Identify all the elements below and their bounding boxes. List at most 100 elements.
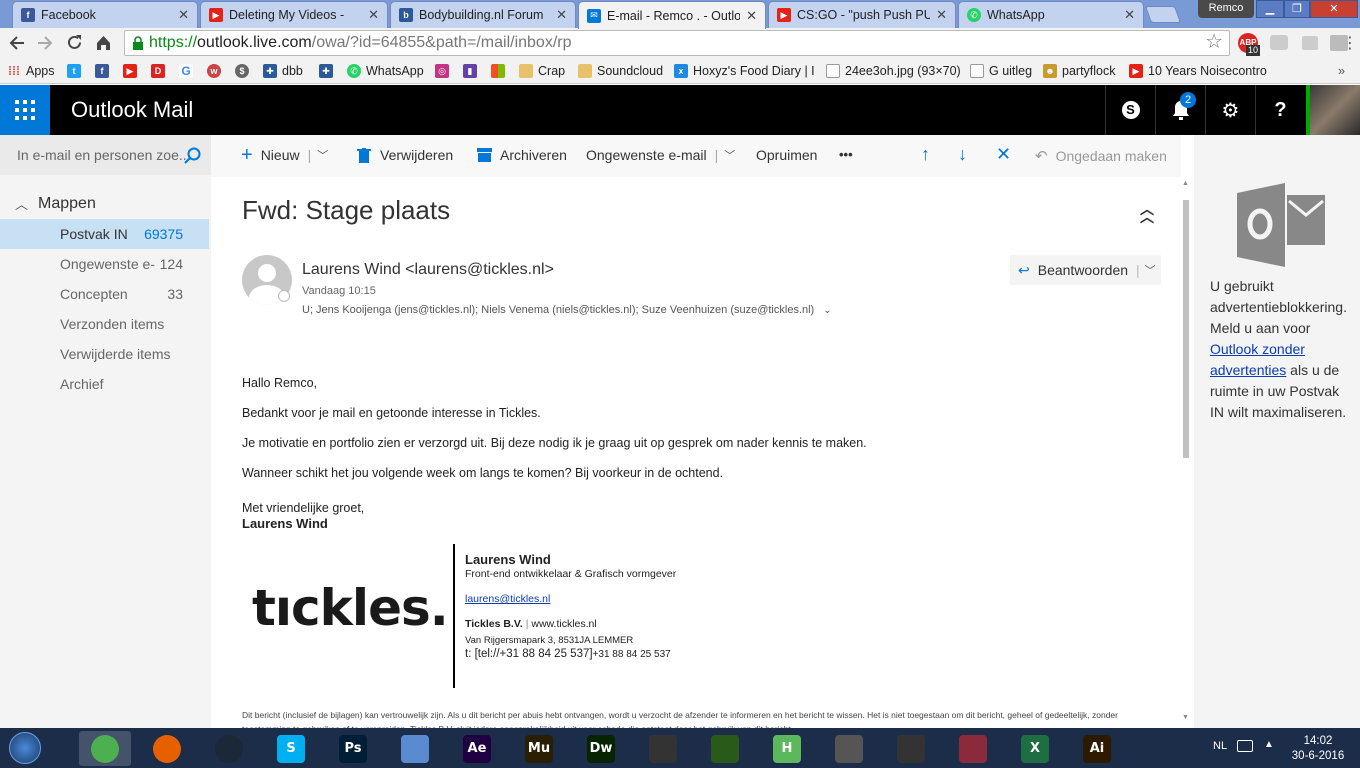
- minimize-button[interactable]: ▁: [1256, 0, 1284, 18]
- delete-button[interactable]: Verwijderen: [357, 147, 453, 163]
- folder-sent[interactable]: Verzonden items: [0, 309, 209, 339]
- new-tab-button[interactable]: [1144, 6, 1182, 23]
- taskbar-app-chrome[interactable]: [79, 731, 131, 766]
- bookmark-instagram[interactable]: ◎: [435, 62, 454, 80]
- taskbar-app-skype[interactable]: S: [265, 731, 317, 766]
- chevron-down-icon[interactable]: ﹀: [317, 147, 328, 163]
- close-icon[interactable]: ✕: [746, 8, 757, 24]
- bookmark-food-diary[interactable]: x Hoxyz's Food Diary | I: [674, 62, 815, 80]
- maximize-button[interactable]: ❐: [1284, 0, 1310, 18]
- close-window-button[interactable]: ✕: [1310, 0, 1358, 18]
- taskbar-app-firefox[interactable]: [141, 731, 193, 766]
- bookmark-webrtc[interactable]: w: [207, 62, 226, 80]
- chevron-down-icon[interactable]: ﹀: [724, 147, 735, 163]
- chevron-down-icon[interactable]: ﹀: [1145, 262, 1156, 278]
- taskbar-app-photoshop[interactable]: Ps: [327, 731, 379, 766]
- profile-button[interactable]: Remco: [1198, 0, 1254, 18]
- folder-junk[interactable]: Ongewenste e- 124: [0, 249, 209, 279]
- new-button[interactable]: + Nieuw | ﹀: [241, 145, 328, 165]
- bookmark-whatsapp[interactable]: ✆ WhatsApp: [347, 62, 424, 80]
- back-icon[interactable]: [8, 34, 26, 52]
- bookmark-twitch[interactable]: ▮: [463, 62, 482, 80]
- previous-message-button[interactable]: ↑: [921, 144, 930, 165]
- extension-icon[interactable]: [1302, 36, 1318, 50]
- collapse-icon[interactable]: ︿ ︿: [1140, 202, 1154, 224]
- bookmark-dumpert[interactable]: D: [151, 62, 170, 80]
- search-input[interactable]: In e-mail en personen zoe...: [17, 147, 191, 163]
- scroll-up-icon[interactable]: ▲: [1182, 180, 1189, 187]
- taskbar-app-excel[interactable]: X: [1009, 731, 1061, 766]
- sweep-button[interactable]: Opruimen: [756, 147, 817, 163]
- skype-button[interactable]: S: [1105, 85, 1155, 135]
- bookmark-google[interactable]: G: [179, 62, 198, 80]
- bookmark-g-uitleg[interactable]: G uitleg: [970, 62, 1032, 80]
- tab-facebook[interactable]: f Facebook ✕: [12, 1, 198, 28]
- taskbar-app-keyboard[interactable]: [389, 731, 441, 766]
- taskbar-app-muse[interactable]: Mu: [513, 731, 565, 766]
- close-icon[interactable]: ✕: [556, 7, 567, 23]
- taskbar-app-h-app[interactable]: H: [761, 731, 813, 766]
- search-icon[interactable]: [184, 147, 202, 165]
- tab-csgo[interactable]: ▶ CS:GO - "push Push PUS ✕: [768, 1, 956, 28]
- language-indicator[interactable]: NL: [1213, 740, 1227, 752]
- folder-deleted[interactable]: Verwijderde items: [0, 339, 209, 369]
- show-hidden-icons-icon[interactable]: ▲: [1264, 739, 1274, 750]
- bookmark-youtube[interactable]: ▶: [123, 62, 142, 80]
- folder-inbox[interactable]: Postvak IN 69375: [0, 219, 209, 249]
- bookmark-partyflock[interactable]: ☻ partyflock: [1043, 62, 1116, 80]
- close-icon[interactable]: ✕: [936, 7, 947, 23]
- bookmarks-overflow-icon[interactable]: »: [1338, 62, 1345, 80]
- youtube-extension-icon[interactable]: [1270, 35, 1288, 50]
- bookmark-noisecontrollers[interactable]: ▶ 10 Years Noisecontro: [1129, 62, 1267, 80]
- folders-header[interactable]: ︿ Mappen: [15, 194, 96, 213]
- taskbar-app-display[interactable]: [823, 731, 875, 766]
- taskbar-app-dreamweaver[interactable]: Dw: [575, 731, 627, 766]
- close-icon[interactable]: ✕: [1124, 7, 1135, 23]
- reply-button[interactable]: ↩ Beantwoorden | ﹀: [1010, 255, 1161, 285]
- tab-outlook[interactable]: ✉ E-mail - Remco . - Outlo ✕: [578, 1, 766, 29]
- avatar[interactable]: [1310, 85, 1360, 135]
- recipients[interactable]: U; Jens Kooijenga (jens@tickles.nl); Nie…: [302, 304, 832, 316]
- bookmark-crap[interactable]: Crap: [519, 62, 565, 80]
- undo-button[interactable]: ↶ Ongedaan maken: [1035, 147, 1167, 165]
- bookmark-twitter[interactable]: t: [67, 62, 86, 80]
- scrollbar-thumb[interactable]: [1183, 200, 1189, 458]
- next-message-button[interactable]: ↓: [958, 144, 967, 165]
- taskbar-app-after-effects[interactable]: Ae: [451, 731, 503, 766]
- more-button[interactable]: •••: [839, 147, 853, 162]
- archive-button[interactable]: Archiveren: [477, 147, 567, 163]
- bookmark-facebook[interactable]: f: [95, 62, 114, 80]
- bookmark-image[interactable]: 24ee3oh.jpg (93×70): [826, 62, 961, 80]
- app-launcher-button[interactable]: [0, 85, 50, 135]
- address-bar[interactable]: https://outlook.live.com/owa/?id=64855&p…: [124, 30, 1230, 56]
- bookmark-soundcloud[interactable]: Soundcloud: [578, 62, 663, 80]
- folder-archive[interactable]: Archief: [0, 369, 209, 399]
- junk-button[interactable]: Ongewenste e-mail | ﹀: [586, 147, 735, 163]
- start-button[interactable]: [3, 729, 47, 767]
- taskbar-app-game[interactable]: [947, 731, 999, 766]
- tab-whatsapp[interactable]: ✆ WhatsApp ✕: [958, 1, 1144, 28]
- bookmark-microsoft[interactable]: [491, 62, 510, 80]
- settings-button[interactable]: ⚙: [1205, 85, 1255, 135]
- close-icon[interactable]: ✕: [368, 7, 379, 23]
- notifications-button[interactable]: 2: [1155, 85, 1205, 135]
- bookmark-dbb2[interactable]: ✚: [319, 62, 338, 80]
- close-message-button[interactable]: ✕: [996, 144, 1011, 165]
- folder-drafts[interactable]: Concepten 33: [0, 279, 209, 309]
- taskbar-app-video[interactable]: [637, 731, 689, 766]
- menu-icon[interactable]: ⋮: [1342, 34, 1358, 54]
- bookmark-apps[interactable]: ⁞⁞⁞ Apps: [7, 62, 55, 80]
- bookmark-misc[interactable]: $: [235, 62, 254, 80]
- star-icon[interactable]: ☆: [1205, 30, 1223, 54]
- taskbar-app-illustrator[interactable]: Ai: [1071, 731, 1123, 766]
- expand-recipients-icon[interactable]: ⌄: [823, 305, 831, 316]
- taskbar-app-racing[interactable]: [885, 731, 937, 766]
- home-icon[interactable]: [94, 33, 113, 52]
- search-box[interactable]: In e-mail en personen zoe...: [0, 135, 211, 175]
- scroll-down-icon[interactable]: ▼: [1182, 714, 1189, 721]
- reload-icon[interactable]: [65, 33, 84, 52]
- tab-youtube[interactable]: ▶ Deleting My Videos - ✕: [200, 1, 388, 28]
- keyboard-tray-icon[interactable]: [1237, 740, 1253, 752]
- bookmark-dbb[interactable]: ✚ dbb: [263, 62, 303, 80]
- taskbar-app-steam[interactable]: [203, 731, 255, 766]
